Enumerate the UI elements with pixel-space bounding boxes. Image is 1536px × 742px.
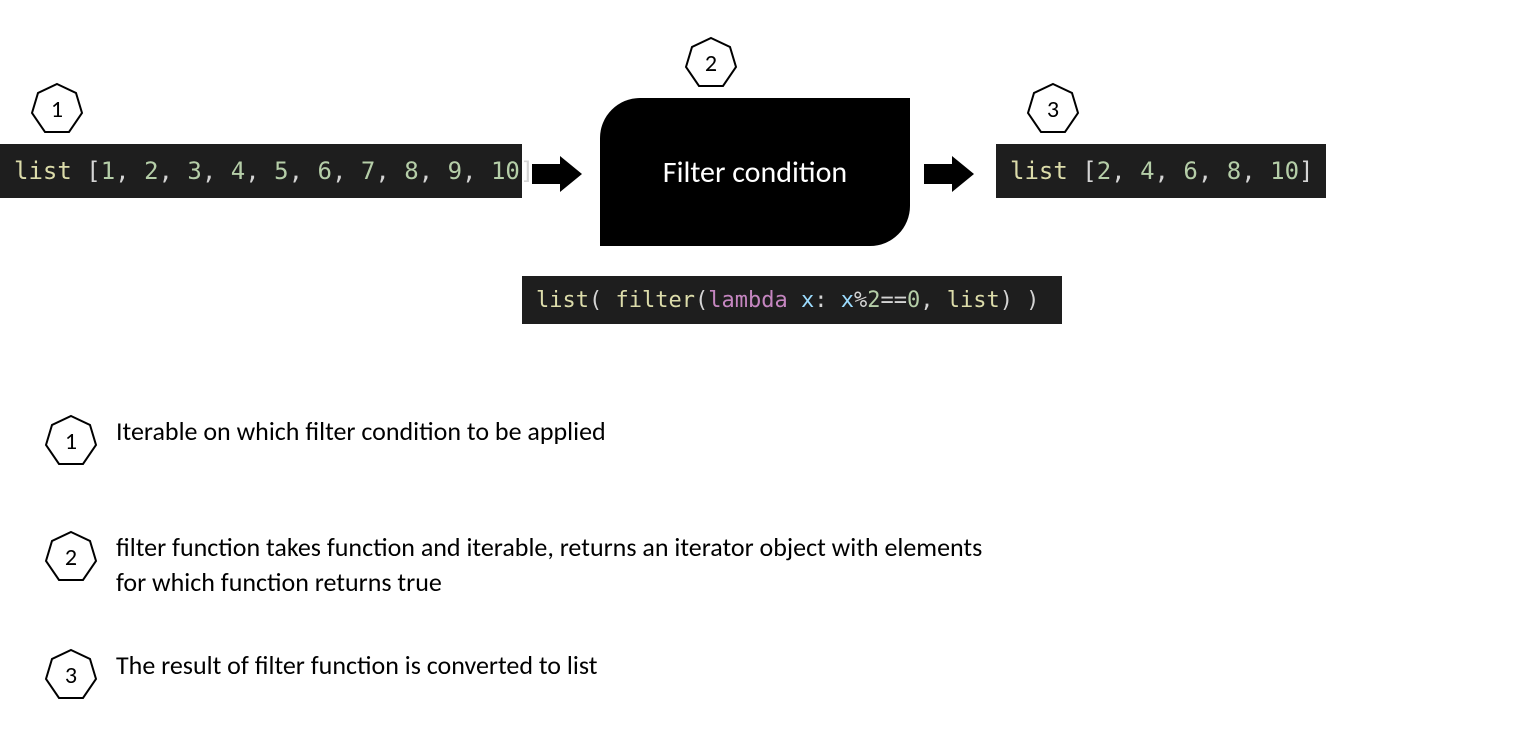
- badge-1: 1: [30, 82, 84, 136]
- code-token: (: [695, 288, 708, 313]
- code-token: x: [841, 288, 854, 313]
- code-token: ,: [419, 157, 448, 185]
- code-token: [: [86, 157, 100, 185]
- code-token: ) ): [1000, 288, 1040, 313]
- code-token: list: [14, 157, 86, 185]
- arrow-head-icon: [952, 156, 974, 192]
- filter-condition-label: Filter condition: [663, 154, 847, 191]
- legend-text-1: Iterable on which filter condition to be…: [116, 414, 606, 449]
- arrow-input-to-filter: [532, 156, 582, 192]
- code-token: [788, 288, 801, 313]
- legend-item-3: 3 The result of filter function is conve…: [44, 648, 597, 702]
- code-token: lambda: [708, 288, 787, 313]
- code-token: list: [947, 288, 1000, 313]
- diagram-stage: 1 2 3 list [1, 2, 3, 4, 5, 6, 7, 8, 9, 1…: [0, 0, 1536, 742]
- code-token: 8: [404, 157, 418, 185]
- code-token: ,: [202, 157, 231, 185]
- code-token: ,: [462, 157, 491, 185]
- code-token: 5: [274, 157, 288, 185]
- code-token: 8: [1227, 157, 1241, 185]
- badge-2: 2: [684, 36, 738, 90]
- filter-expression-code: list( filter(lambda x: x%2==0, list) ): [522, 276, 1062, 324]
- legend-badge-2-label: 2: [65, 543, 77, 572]
- arrow-shaft: [924, 164, 952, 184]
- code-token: %: [854, 288, 867, 313]
- code-token: 6: [318, 157, 332, 185]
- code-token: ,: [289, 157, 318, 185]
- code-token: 2: [867, 288, 880, 313]
- code-token: ,: [1198, 157, 1227, 185]
- code-token: 1: [101, 157, 115, 185]
- legend-badge-1-label: 1: [65, 427, 77, 456]
- code-token: ,: [115, 157, 144, 185]
- legend-item-2: 2 filter function takes function and ite…: [44, 530, 996, 600]
- code-token: 2: [144, 157, 158, 185]
- legend-badge-3: 3: [44, 648, 98, 702]
- arrow-head-icon: [560, 156, 582, 192]
- code-token: list: [1010, 157, 1082, 185]
- code-token: 10: [491, 157, 520, 185]
- legend-text-2: filter function takes function and itera…: [116, 530, 996, 600]
- code-token: 4: [1140, 157, 1154, 185]
- code-token: [: [1082, 157, 1096, 185]
- badge-3-label: 3: [1047, 95, 1059, 124]
- code-token: 9: [448, 157, 462, 185]
- code-token: 7: [361, 157, 375, 185]
- code-token: ,: [245, 157, 274, 185]
- code-token: 10: [1270, 157, 1299, 185]
- code-token: 0: [907, 288, 920, 313]
- legend-badge-3-label: 3: [65, 661, 77, 690]
- filter-condition-box: Filter condition: [600, 98, 910, 246]
- code-token: ,: [375, 157, 404, 185]
- badge-3: 3: [1026, 82, 1080, 136]
- code-token: filter: [615, 288, 694, 313]
- code-token: :: [814, 288, 841, 313]
- code-token: ,: [1241, 157, 1270, 185]
- code-token: (: [589, 288, 616, 313]
- legend-text-3: The result of filter function is convert…: [116, 648, 597, 683]
- code-token: ==: [880, 288, 907, 313]
- code-token: ,: [1155, 157, 1184, 185]
- code-token: 4: [231, 157, 245, 185]
- code-token: 2: [1097, 157, 1111, 185]
- code-token: ,: [1111, 157, 1140, 185]
- arrow-filter-to-output: [924, 156, 974, 192]
- code-token: x: [801, 288, 814, 313]
- badge-2-label: 2: [705, 49, 717, 78]
- code-token: ]: [1299, 157, 1313, 185]
- legend-badge-1: 1: [44, 414, 98, 468]
- input-list-code: list [1, 2, 3, 4, 5, 6, 7, 8, 9, 10]: [0, 144, 522, 198]
- code-token: ,: [920, 288, 947, 313]
- legend-item-1: 1 Iterable on which filter condition to …: [44, 414, 606, 468]
- code-token: 6: [1183, 157, 1197, 185]
- arrow-shaft: [532, 164, 560, 184]
- badge-1-label: 1: [51, 95, 63, 124]
- code-token: 3: [187, 157, 201, 185]
- code-token: ,: [159, 157, 188, 185]
- code-token: ,: [332, 157, 361, 185]
- legend-badge-2: 2: [44, 530, 98, 584]
- output-list-code: list [2, 4, 6, 8, 10]: [996, 144, 1326, 198]
- code-token: list: [536, 288, 589, 313]
